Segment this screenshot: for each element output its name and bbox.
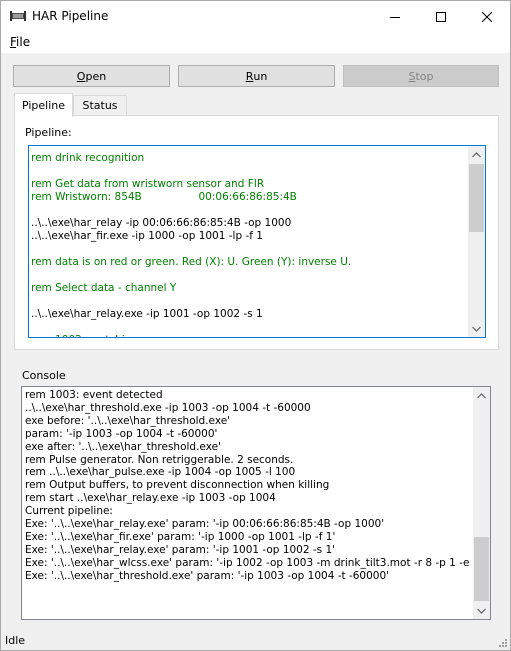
stop-button[interactable]: Stop — [343, 65, 499, 87]
menu-file-rest: ile — [16, 35, 31, 49]
minimize-button[interactable] — [372, 1, 418, 32]
console-text[interactable]: rem 1003: event detected ..\..\exe\har_th… — [25, 389, 473, 617]
menu-bar: File — [1, 32, 510, 53]
console-scrollbar[interactable] — [473, 387, 490, 619]
chevron-down-icon — [472, 326, 481, 332]
pipeline-line — [31, 321, 467, 334]
pipeline-line: ..\..\exe\har_relay.exe -ip 1001 -op 100… — [31, 308, 263, 320]
pipeline-scroll-down-button[interactable] — [468, 320, 485, 337]
run-mnemonic: R — [245, 69, 254, 83]
pipeline-scroll-up-button[interactable] — [468, 146, 485, 163]
pipeline-line: ..\..\exe\har_relay -ip 00:06:66:86:85:4… — [31, 217, 292, 229]
pipeline-line — [31, 204, 467, 217]
pipeline-line: rem Wristworn: 854B 00:06:66:86:85:4B — [31, 191, 297, 203]
chevron-up-icon — [472, 151, 481, 157]
pipeline-line: rem data is on red or green. Red (X): U.… — [31, 256, 352, 268]
status-text: Idle — [5, 634, 26, 647]
console-line: Exe: '..\..\exe\har_threshold.exe' param… — [25, 569, 390, 582]
pipeline-text[interactable]: rem drink recognition rem Get data from w… — [31, 152, 467, 337]
app-icon — [10, 11, 26, 21]
console-line: rem ..\..\exe\har_pulse.exe -ip 1004 -op… — [25, 466, 296, 479]
chevron-up-icon — [477, 392, 486, 398]
console-label: Console — [22, 369, 66, 382]
pipeline-line: rem 1002: matching score — [31, 334, 467, 337]
stop-mnemonic: S — [408, 69, 416, 83]
run-button[interactable]: Run — [178, 65, 335, 87]
console-line: Exe: '..\..\exe\har_relay.exe' param: '-… — [25, 518, 385, 531]
console-output[interactable]: rem 1003: event detected ..\..\exe\har_th… — [21, 386, 491, 620]
console-line: rem start ..\exe\har_relay.exe -ip 1003 … — [25, 492, 276, 505]
pipeline-editor[interactable]: rem drink recognition rem Get data from w… — [28, 145, 486, 338]
stop-rest: top — [415, 69, 434, 83]
console-scroll-thumb[interactable] — [474, 537, 489, 601]
size-grip-icon[interactable] — [496, 636, 508, 648]
open-button[interactable]: Open — [13, 65, 170, 87]
console-line: Exe: '..\..\exe\har_fir.exe' param: '-ip… — [25, 530, 336, 543]
pipeline-line — [31, 269, 467, 282]
pipeline-line: rem Select data - channel Y — [31, 282, 177, 294]
status-bar: Idle — [1, 631, 510, 650]
open-rest: pen — [85, 69, 107, 83]
tab-pipeline[interactable]: Pipeline — [14, 93, 73, 117]
console-group: Console rem 1003: event detected ..\..\ex… — [13, 369, 499, 626]
pipeline-line: rem Get data from wristworn sensor and F… — [31, 178, 265, 190]
tab-status[interactable]: Status — [73, 95, 127, 116]
pipeline-tab-panel: Pipeline: rem drink recognition rem Get d… — [14, 115, 499, 350]
console-line: Current pipeline: — [25, 505, 113, 518]
console-line: exe before: '..\..\exe\har_threshold.exe… — [25, 414, 231, 427]
maximize-icon — [436, 11, 446, 22]
pipeline-line — [31, 165, 467, 178]
pipeline-scrollbar[interactable] — [468, 146, 485, 337]
app-window: HAR Pipeline File Open Run Stop Pipeline… — [0, 0, 511, 651]
maximize-button[interactable] — [418, 1, 464, 32]
run-rest: un — [253, 69, 268, 83]
close-button[interactable] — [464, 1, 510, 32]
console-line: Exe: '..\..\exe\har_wlcss.exe' param: '-… — [25, 556, 473, 569]
menu-file[interactable]: File — [10, 35, 30, 49]
console-line: rem Pulse generator. Non retriggerable. … — [25, 453, 294, 466]
console-line: rem 1003: event detected — [25, 389, 163, 401]
chevron-down-icon — [477, 608, 486, 614]
window-title: HAR Pipeline — [32, 9, 109, 23]
pipeline-line: ..\..\exe\har_fir.exe -ip 1000 -op 1001 … — [31, 230, 263, 242]
pipeline-line — [31, 295, 467, 308]
console-line: param: '-ip 1003 -op 1004 -t -60000' — [25, 427, 218, 440]
console-line: rem Output buffers, to prevent disconnec… — [25, 479, 330, 492]
console-scroll-down-button[interactable] — [473, 602, 490, 619]
console-line: exe after: '..\..\exe\har_threshold.exe' — [25, 440, 221, 453]
pipeline-line — [31, 243, 467, 256]
console-line: ..\..\exe\har_threshold.exe -ip 1003 -op… — [25, 401, 311, 414]
pipeline-line: rem drink recognition — [31, 152, 145, 164]
console-line: Exe: '..\..\exe\har_relay.exe' param: '-… — [25, 543, 336, 556]
pipeline-scroll-thumb[interactable] — [469, 164, 484, 232]
minimize-icon — [390, 16, 400, 18]
console-scroll-up-button[interactable] — [473, 387, 490, 404]
title-bar[interactable]: HAR Pipeline — [1, 1, 510, 32]
open-mnemonic: O — [76, 69, 86, 83]
pipeline-label: Pipeline: — [25, 126, 72, 139]
close-icon — [482, 11, 492, 22]
